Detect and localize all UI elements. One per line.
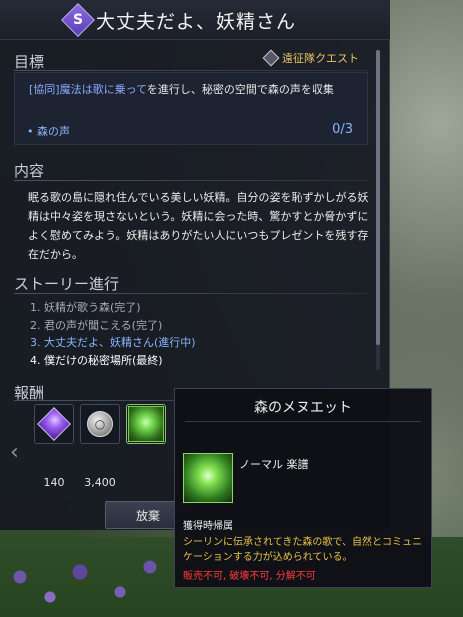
quest-title: 大丈夫だよ、妖精さん	[96, 11, 297, 33]
story-item-2: 2. 君の声が聞こえる(完了)	[30, 318, 163, 332]
purple-gem-icon	[37, 407, 71, 441]
reward-slot-2[interactable]: ○	[80, 404, 120, 444]
objective-text: [協同]魔法は歌に乗ってを進行し、秘密の空間で森の声を収集	[29, 81, 359, 98]
title-bar[interactable]: S 大丈夫だよ、妖精さん	[0, 0, 390, 40]
scroll-thumb[interactable]	[376, 50, 380, 345]
story-item-4: 4. 僕だけの秘密場所(最終)	[30, 353, 163, 367]
forest-minuet-score-icon	[183, 453, 233, 503]
quest-emblem-icon: S	[61, 3, 95, 37]
story-item-1: 1. 妖精が歌う森(完了)	[30, 301, 141, 314]
story-list: 1. 妖精が歌う森(完了) 2. 君の声が聞こえる(完了) 3. 大丈夫だよ、妖…	[30, 299, 360, 369]
content-header: 内容	[14, 162, 45, 180]
tooltip-restrictions: 販売不可, 破壊不可, 分解不可	[183, 571, 316, 582]
content-text: 眠る歌の島に隠れ住んでいる美しい妖精。自分の姿を恥ずかしがる妖精は中々姿を現さな…	[28, 191, 369, 261]
story-header: ストーリー進行	[14, 275, 120, 293]
objective-description: を進行し、秘密の空間で森の声を収集	[146, 83, 334, 96]
tooltip-description: シーリンに伝承されてきた森の歌で、自然とコミュニケーションする力が込められている…	[183, 537, 422, 563]
forest-minuet-score-icon	[128, 406, 164, 442]
objective-tag: [協同]	[29, 83, 60, 96]
quest-emblem-letter: S	[72, 12, 84, 28]
tooltip-grade: ノーマル 楽譜	[239, 458, 309, 471]
reward-quantity-2: 3,400	[84, 476, 116, 489]
tooltip-title: 森のメヌエット	[254, 400, 352, 416]
content-divider	[14, 180, 368, 181]
objective-item-label: • 森の声	[27, 125, 70, 138]
objective-header: 目標	[14, 53, 45, 71]
tooltip-divider	[185, 421, 421, 422]
item-tooltip: 森のメヌエット ノーマル 楽譜 獲得時帰属 シーリンに伝承されてきた森の歌で、自…	[174, 388, 432, 588]
objective-box: [協同]魔法は歌に乗ってを進行し、秘密の空間で森の声を収集 • 森の声 0/3	[14, 72, 368, 145]
objective-divider	[14, 70, 368, 71]
story-divider	[14, 293, 368, 294]
silver-coins-icon: ○	[87, 411, 113, 437]
scrollbar[interactable]	[376, 50, 380, 370]
tooltip-bind-type: 獲得時帰属	[183, 521, 233, 532]
reward-slot-3[interactable]	[126, 404, 166, 444]
reward-prev-arrow-icon[interactable]: ‹	[10, 440, 19, 465]
objective-item-progress: 0/3	[332, 122, 353, 137]
expedition-icon	[262, 49, 280, 67]
reward-slot-1[interactable]	[34, 404, 74, 444]
quest-type-badge: 遠征隊クエスト	[262, 49, 359, 67]
quest-type-label: 遠征隊クエスト	[282, 52, 359, 65]
objective-linked-quest[interactable]: 魔法は歌に乗って	[60, 83, 147, 96]
story-item-3: 3. 大丈夫だよ、妖精さん(進行中)	[30, 336, 196, 349]
